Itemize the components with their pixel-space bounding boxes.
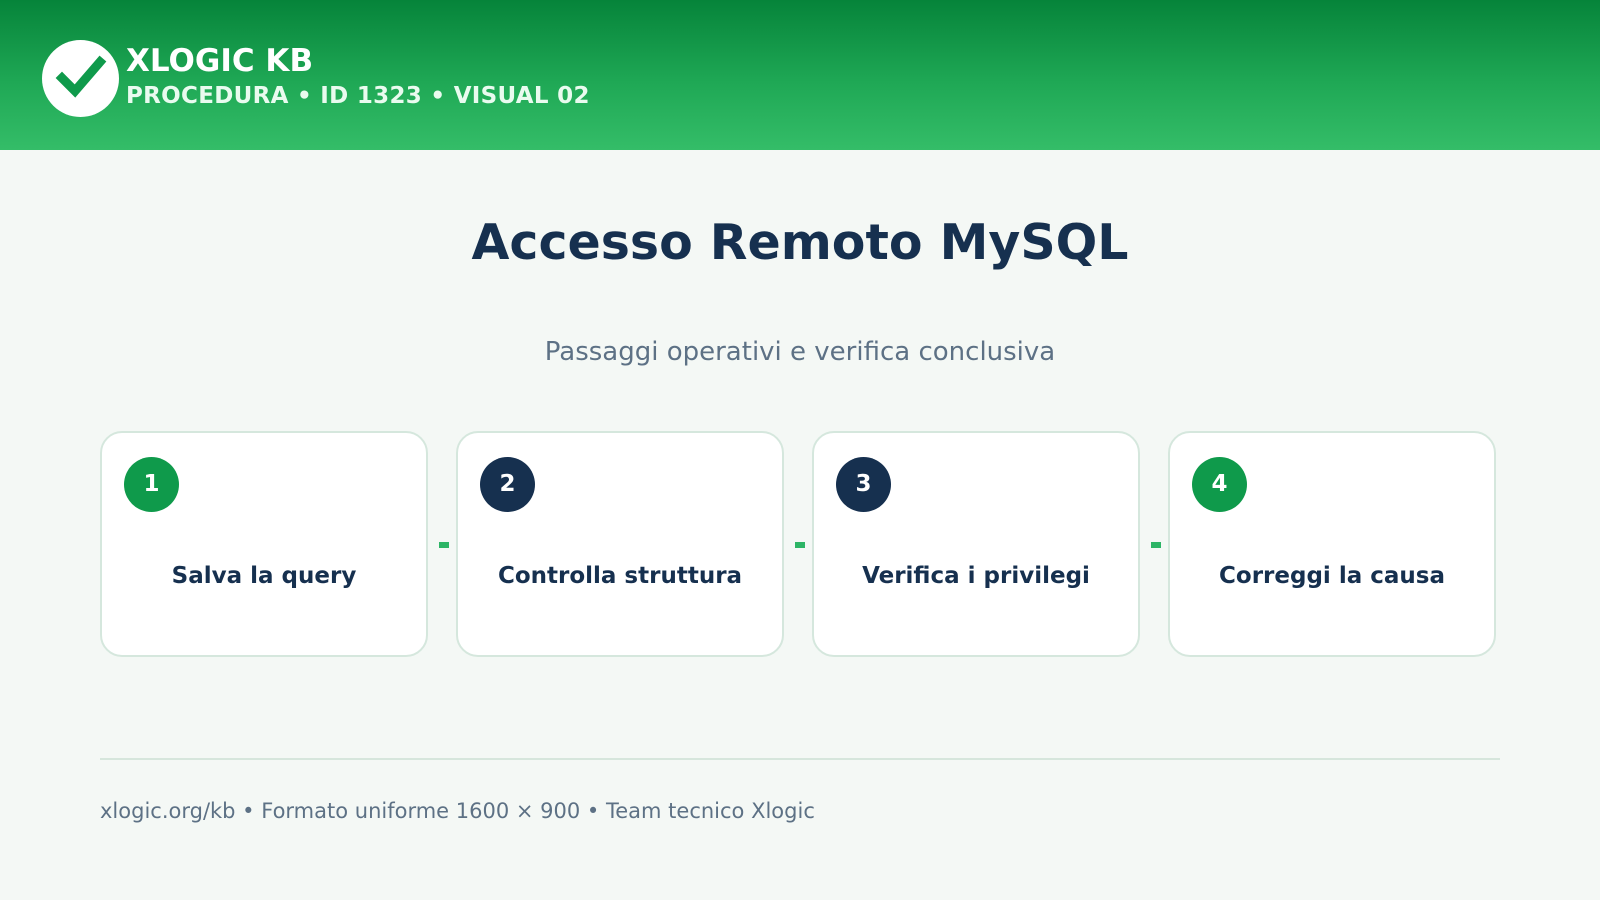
step-label: Controlla struttura xyxy=(497,563,743,589)
step-card-2: 2 Controlla struttura xyxy=(456,431,784,657)
page-title: Accesso Remoto MySQL xyxy=(471,214,1129,271)
step-label: Salva la query xyxy=(171,563,357,589)
step-card-1: 1 Salva la query xyxy=(100,431,428,657)
step-number-badge: 2 xyxy=(480,457,535,512)
step-connector xyxy=(795,542,805,548)
step-label: Verifica i privilegi xyxy=(862,563,1090,589)
step-number-badge: 3 xyxy=(836,457,891,512)
header-banner: XLOGIC KB PROCEDURA • ID 1323 • VISUAL 0… xyxy=(0,0,1600,150)
step-card-3: 3 Verifica i privilegi xyxy=(812,431,1140,657)
check-icon xyxy=(42,40,119,117)
step-label: Correggi la causa xyxy=(1219,563,1445,589)
step-number-badge: 1 xyxy=(124,457,179,512)
brand-subtitle: PROCEDURA • ID 1323 • VISUAL 02 xyxy=(126,83,590,109)
footer-divider xyxy=(100,758,1500,760)
step-card-4: 4 Correggi la causa xyxy=(1168,431,1496,657)
footer-text: xlogic.org/kb • Formato uniforme 1600 × … xyxy=(100,799,815,823)
step-connector xyxy=(1151,542,1161,548)
brand-title: XLOGIC KB xyxy=(126,43,314,79)
step-number-badge: 4 xyxy=(1192,457,1247,512)
page-subtitle: Passaggi operativi e verifica conclusiva xyxy=(544,337,1056,367)
step-connector xyxy=(439,542,449,548)
